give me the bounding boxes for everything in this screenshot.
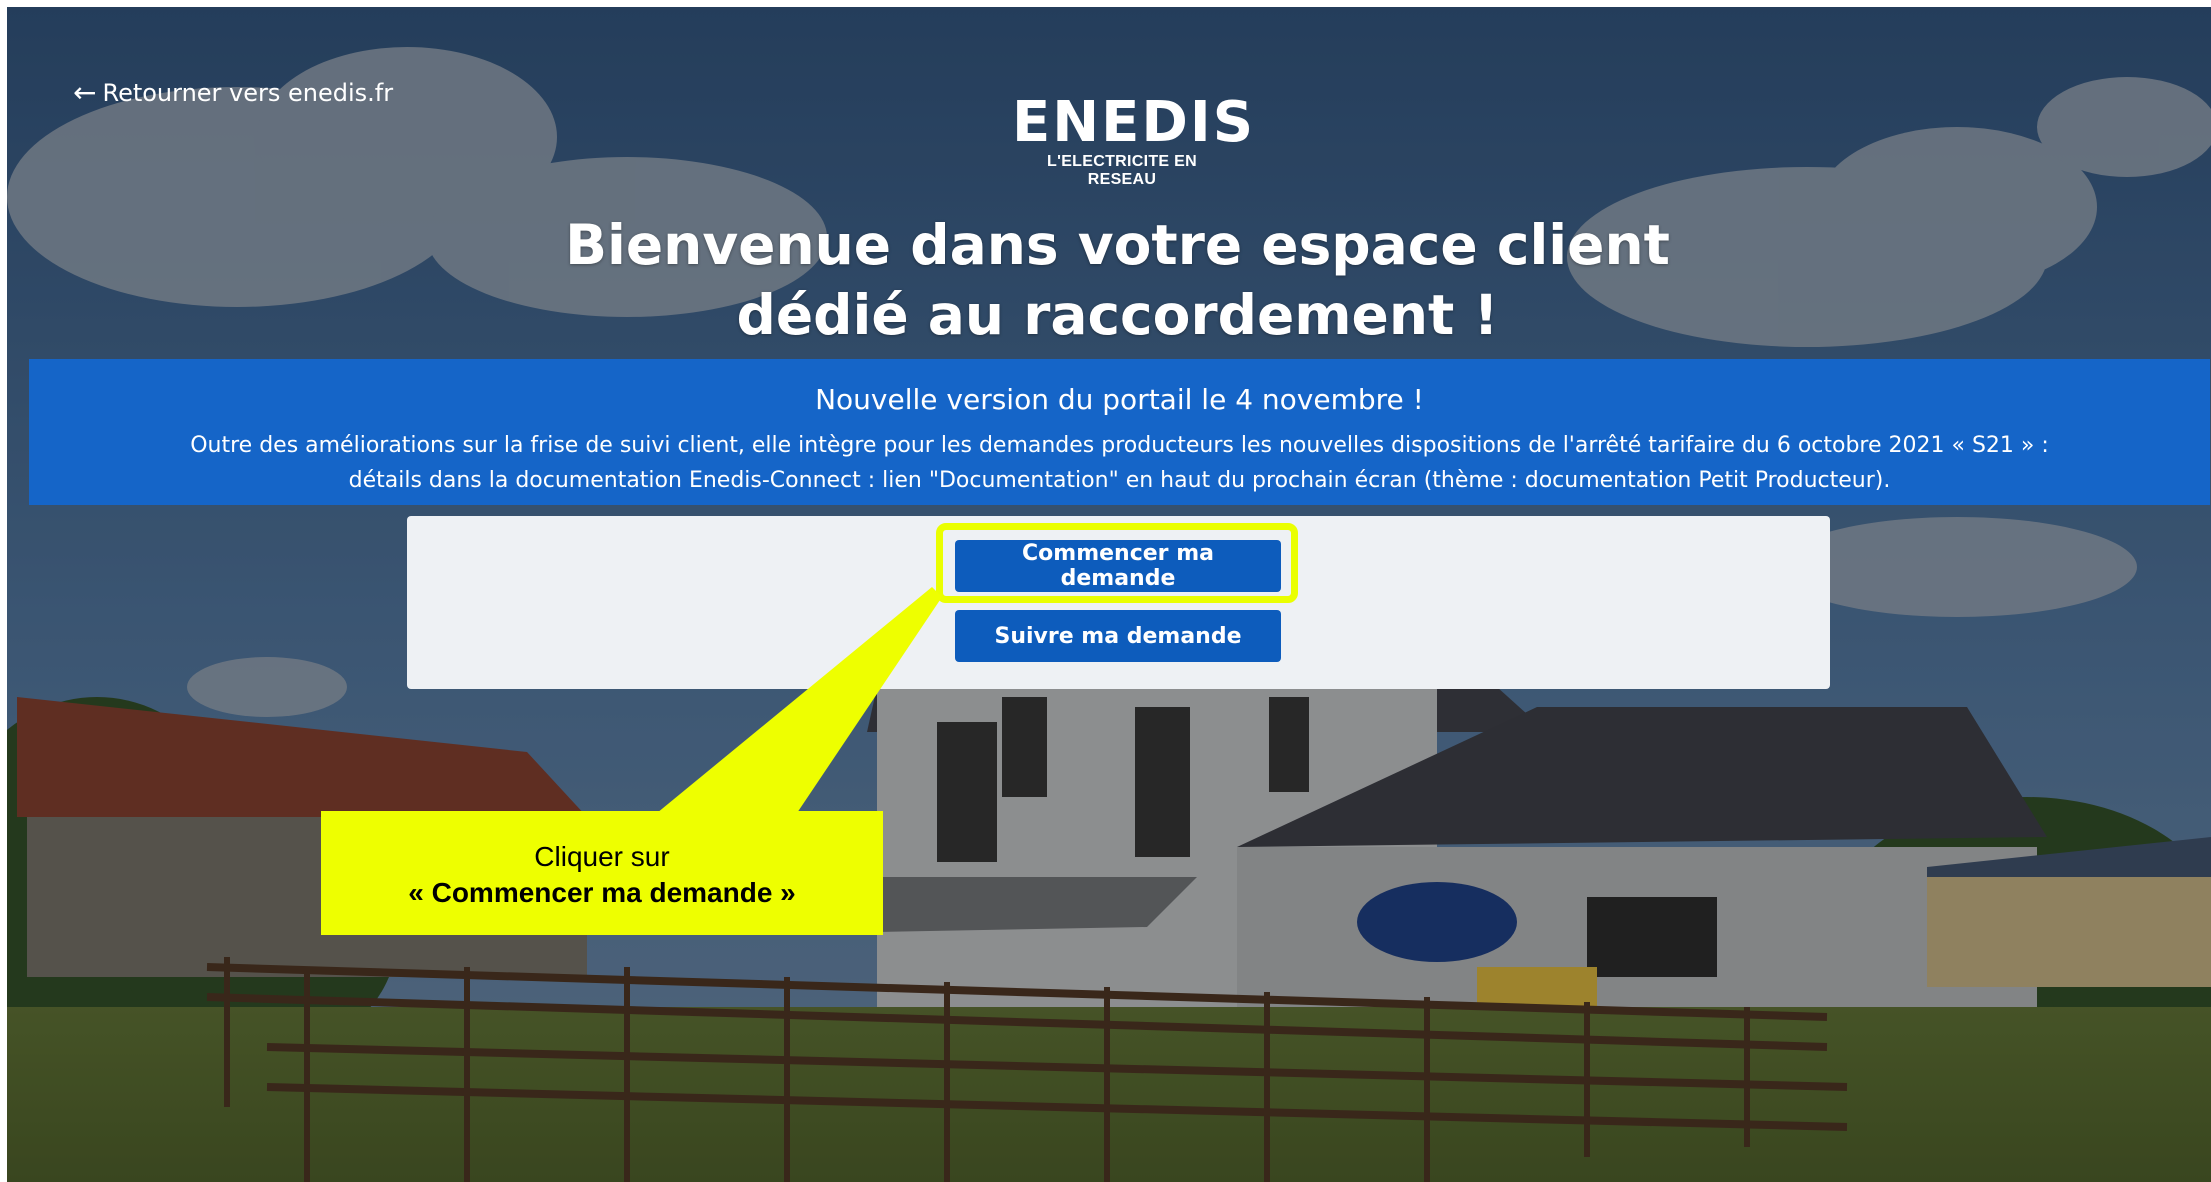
page-frame: ← Retourner vers enedis.fr ENEDIS L'ELEC… [7,7,2211,1182]
banner-headline: Nouvelle version du portail le 4 novembr… [815,383,1424,416]
announcement-banner: Nouvelle version du portail le 4 novembr… [29,359,2210,505]
banner-body: Outre des améliorations sur la frise de … [29,428,2210,498]
back-to-enedis-link[interactable]: ← Retourner vers enedis.fr [73,76,394,109]
follow-request-button[interactable]: Suivre ma demande [955,610,1281,662]
callout-line1: Cliquer sur [534,841,670,872]
enedis-logo: ENEDIS L'ELECTRICITE EN RESEAU [1012,90,1256,189]
arrow-left-icon: ← [73,76,97,109]
back-link-label: Retourner vers enedis.fr [102,79,394,107]
page-title-line1: Bienvenue dans votre espace client [565,213,1670,277]
start-request-button[interactable]: Commencer ma demande [955,540,1281,592]
page-title: Bienvenue dans votre espace client dédié… [7,210,2211,350]
logo-wordmark: ENEDIS [1012,90,1256,155]
banner-body-line1: Outre des améliorations sur la frise de … [190,433,2049,458]
instruction-callout: Cliquer sur « Commencer ma demande » [321,811,883,935]
page-title-line2: dédié au raccordement ! [736,283,1499,347]
banner-body-line2: détails dans la documentation Enedis-Con… [348,468,1891,493]
logo-tagline: L'ELECTRICITE EN RESEAU [1047,153,1197,188]
callout-line2: « Commencer ma demande » [408,877,796,908]
